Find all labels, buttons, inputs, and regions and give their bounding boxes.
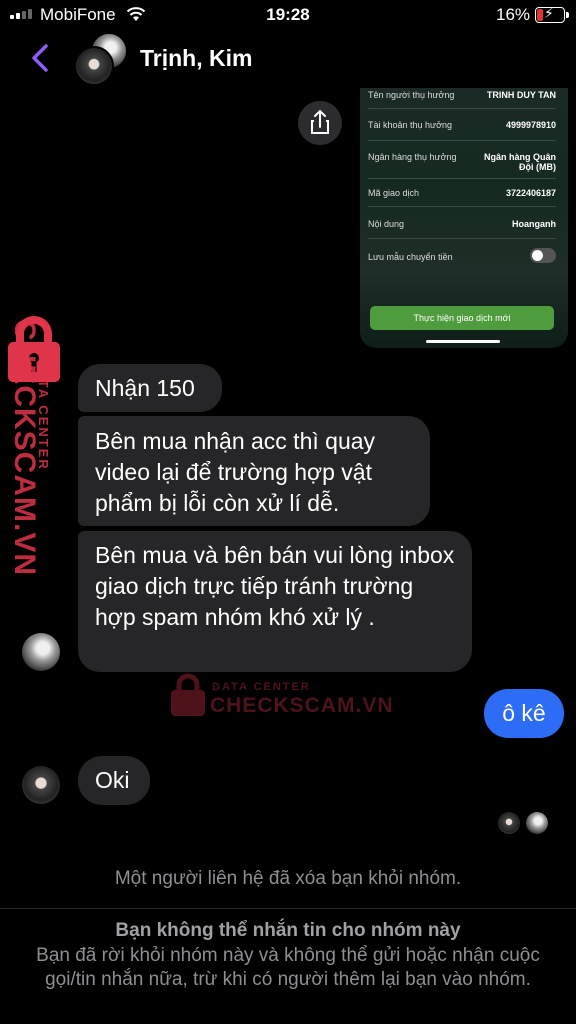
my-message-bubble[interactable]: ô kê <box>484 689 564 738</box>
new-transaction-button: Thực hiện giao dịch mới <box>370 306 554 330</box>
status-bar: MobiFone 19:28 16% ⚡ <box>0 0 576 30</box>
system-message: Một người liên hệ đã xóa bạn khỏi nhóm. <box>114 868 462 889</box>
save-template-label: Lưu mẫu chuyển tiền <box>368 252 453 262</box>
battery-icon: ⚡ <box>535 5 565 23</box>
transfer-label: Nội dung <box>368 219 405 229</box>
battery-tip <box>566 12 569 18</box>
transfer-value: Ngân hàng Quân Đội (MB) <box>484 152 556 172</box>
group-avatar-primary[interactable] <box>74 46 114 86</box>
transfer-label: Tên người thụ hưởng <box>368 90 455 100</box>
share-icon <box>311 109 329 134</box>
home-indicator <box>426 340 500 343</box>
transfer-value: TRINH DUY TAN <box>486 90 556 100</box>
transfer-label: Tài khoản thụ hưởng <box>368 120 452 130</box>
back-button[interactable] <box>28 42 52 74</box>
sender-avatar[interactable] <box>22 766 60 804</box>
conversation-title[interactable]: Trịnh, Kim <box>140 45 252 72</box>
transfer-screenshot-image[interactable]: Tên người thụ hưởng TRINH DUY TAN Tài kho… <box>360 88 568 348</box>
save-template-toggle <box>530 248 556 263</box>
watermark-text: CHECKSCAM.VN <box>210 694 394 717</box>
transfer-value: 4999978910 <box>505 120 556 130</box>
transfer-value: Hoanganh <box>512 219 556 229</box>
watermark-subtext: DATA CENTER <box>212 681 311 693</box>
divider <box>0 908 576 909</box>
blocked-notice-title: Bạn không thể nhắn tin cho nhóm này <box>115 920 461 941</box>
lock-icon <box>170 672 206 716</box>
blocked-notice-body: Bạn đã rời khỏi nhóm này và không thể gử… <box>36 945 540 990</box>
transfer-label: Ngân hàng thụ hưởng <box>368 152 457 162</box>
message-bubble[interactable]: Bên mua nhận acc thì quay video lại để t… <box>78 416 430 526</box>
message-bubble[interactable]: Oki <box>78 756 150 805</box>
message-bubble[interactable]: Bên mua và bên bán vui lòng inbox giao d… <box>78 531 472 672</box>
transfer-value: 3722406187 <box>505 188 556 198</box>
chevron-left-icon <box>32 44 48 72</box>
read-receipt-avatar <box>498 812 520 834</box>
clock: 19:28 <box>266 5 310 24</box>
share-button[interactable] <box>298 101 342 145</box>
battery-percent: 16% <box>496 5 531 24</box>
transfer-label: Mã giao dịch <box>368 188 420 198</box>
read-receipt-avatar <box>526 812 548 834</box>
sender-avatar[interactable] <box>22 633 60 671</box>
message-bubble[interactable]: Nhận 150 <box>78 364 222 412</box>
watermark-subtext: DATA CENTER <box>36 358 51 471</box>
